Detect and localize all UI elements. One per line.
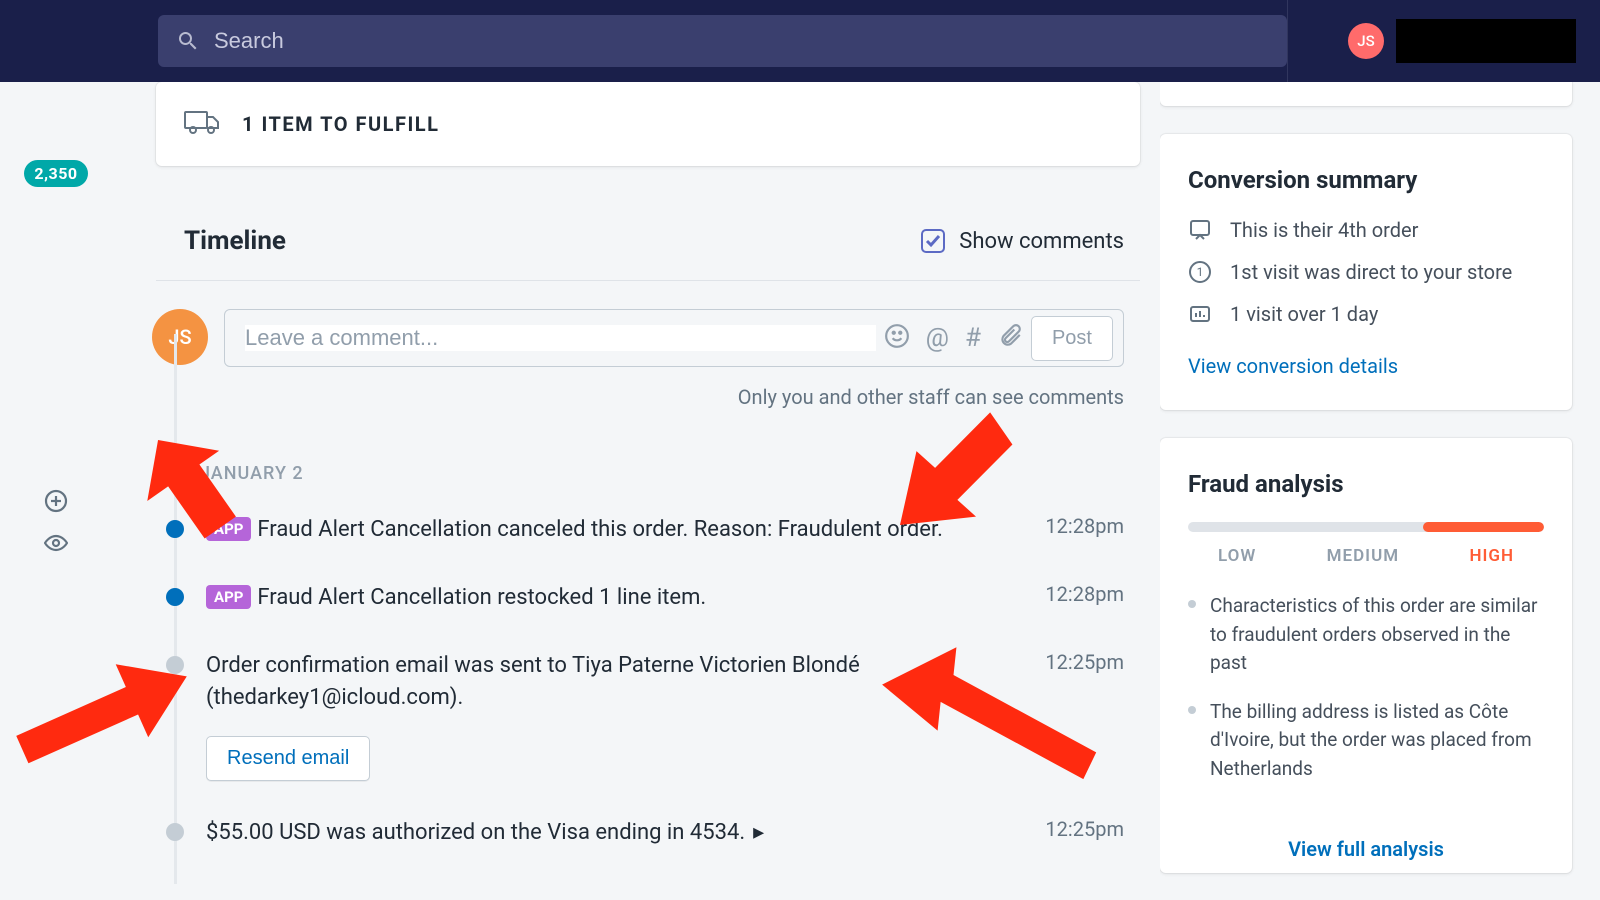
topbar: JS — [0, 0, 1600, 82]
fulfill-label: 1 ITEM TO FULFILL — [242, 112, 439, 136]
view-full-analysis-link[interactable]: View full analysis — [1288, 837, 1444, 861]
orders-count-badge: 2,350 — [24, 160, 87, 187]
fraud-item: The billing address is listed as Côte d'… — [1188, 698, 1544, 784]
repeat-order-icon — [1188, 218, 1212, 242]
redacted-username — [1396, 19, 1576, 63]
fraud-item: Characteristics of this order are simila… — [1188, 592, 1544, 678]
timeline-event: APPFraud Alert Cancellation restocked 1 … — [156, 582, 1140, 650]
truck-icon — [184, 108, 220, 140]
event-time: 12:25pm — [1045, 817, 1124, 841]
view-conversion-link[interactable]: View conversion details — [1188, 354, 1398, 378]
conversion-row: 1 1st visit was direct to your store — [1188, 260, 1544, 284]
svg-text:1: 1 — [1197, 265, 1204, 279]
comment-avatar: JS — [152, 309, 208, 365]
fulfillment-card: 1 ITEM TO FULFILL — [156, 82, 1140, 166]
first-visit-icon: 1 — [1188, 260, 1212, 284]
app-badge: APP — [206, 585, 251, 609]
add-icon[interactable] — [44, 489, 68, 513]
conversion-title: Conversion summary — [1188, 166, 1544, 194]
conversion-row: This is their 4th order — [1188, 218, 1544, 242]
hash-icon[interactable]: # — [965, 323, 981, 353]
event-text: $55.00 USD was authorized on the Visa en… — [206, 820, 745, 845]
attachment-icon[interactable] — [997, 323, 1023, 353]
timeline-title: Timeline — [184, 226, 286, 256]
caret-right-icon: ▸ — [753, 817, 764, 849]
timeline-dot — [166, 520, 184, 538]
risk-meter — [1188, 522, 1544, 532]
left-rail: 2,350 — [0, 82, 112, 900]
event-time: 12:28pm — [1045, 514, 1124, 538]
search-icon — [176, 29, 200, 53]
conversion-summary-card: Conversion summary This is their 4th ord… — [1160, 134, 1572, 410]
event-time: 12:25pm — [1045, 650, 1124, 674]
conversion-row: 1 visit over 1 day — [1188, 302, 1544, 326]
comment-input[interactable] — [245, 325, 876, 351]
timeline-dot — [166, 823, 184, 841]
fraud-analysis-card: Fraud analysis LOW MEDIUM HIGH Character… — [1160, 438, 1572, 873]
timeline-date: JANUARY 2 — [156, 449, 1140, 514]
view-icon[interactable] — [44, 531, 68, 555]
risk-labels: LOW MEDIUM HIGH — [1188, 546, 1544, 566]
event-text: Fraud Alert Cancellation canceled this o… — [257, 517, 942, 542]
timeline-dot — [166, 588, 184, 606]
post-button[interactable]: Post — [1031, 316, 1113, 361]
checkbox-checked-icon — [921, 229, 945, 253]
timeline-event[interactable]: $55.00 USD was authorized on the Visa en… — [156, 817, 1140, 885]
search-input[interactable] — [214, 28, 1269, 54]
event-text: Order confirmation email was sent to Tiy… — [206, 650, 1023, 714]
timeline-section: Timeline Show comments JS @ # — [156, 196, 1140, 884]
search-field[interactable] — [158, 15, 1287, 67]
timeline-dot — [166, 656, 184, 674]
visits-icon — [1188, 302, 1212, 326]
show-comments-toggle[interactable]: Show comments — [921, 229, 1124, 254]
show-comments-label: Show comments — [959, 229, 1124, 254]
event-time: 12:28pm — [1045, 582, 1124, 606]
mention-icon[interactable]: @ — [926, 323, 949, 353]
event-text: Fraud Alert Cancellation restocked 1 lin… — [257, 585, 706, 610]
app-badge: APP — [206, 517, 251, 541]
user-avatar[interactable]: JS — [1348, 23, 1384, 59]
comment-input-wrap[interactable]: @ # Post — [224, 309, 1124, 367]
emoji-icon[interactable] — [884, 323, 910, 353]
timeline-event: APPFraud Alert Cancellation canceled thi… — [156, 514, 1140, 582]
resend-email-button[interactable]: Resend email — [206, 736, 370, 781]
comment-visibility-note: Only you and other staff can see comment… — [156, 367, 1140, 449]
previous-card-bottom — [1160, 82, 1572, 106]
timeline-event: Order confirmation email was sent to Tiy… — [156, 650, 1140, 817]
fraud-title: Fraud analysis — [1188, 470, 1544, 498]
